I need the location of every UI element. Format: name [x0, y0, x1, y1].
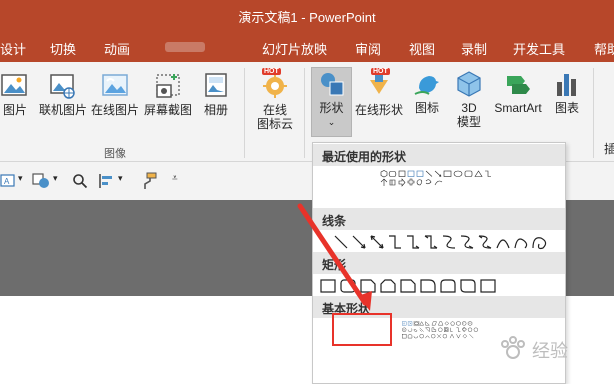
watermark-text: 经验: [532, 341, 568, 361]
paw-icon: [501, 336, 525, 359]
annotation-arrow: [297, 203, 372, 311]
watermark: 经验: [498, 334, 608, 362]
